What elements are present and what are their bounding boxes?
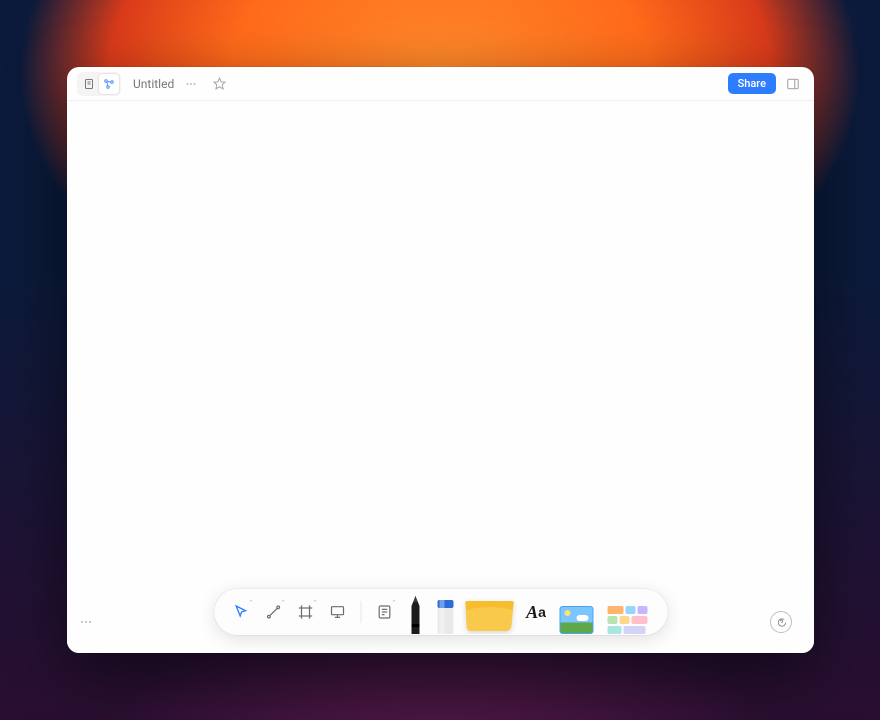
page-icon xyxy=(83,78,95,90)
whiteboard-canvas[interactable]: ⌃ ⌃ ⌃ ⌃ xyxy=(67,101,814,653)
pen-icon xyxy=(406,594,424,634)
connector-tool[interactable]: ⌃ xyxy=(258,597,288,627)
document-more-button[interactable] xyxy=(180,73,202,95)
sticky-note-tool[interactable] xyxy=(461,590,517,634)
star-icon xyxy=(213,77,226,90)
sidebar-right-icon xyxy=(786,77,800,91)
chevron-up-icon: ⌃ xyxy=(280,599,286,607)
frame-tool[interactable]: ⌃ xyxy=(290,597,320,627)
select-tool[interactable]: ⌃ xyxy=(226,597,256,627)
templates-tool[interactable] xyxy=(599,590,655,634)
highlighter-tool[interactable] xyxy=(431,590,459,634)
frame-icon xyxy=(297,604,313,620)
presentation-tool[interactable] xyxy=(322,597,352,627)
sticky-note-icon xyxy=(463,598,515,634)
note-icon xyxy=(376,604,392,620)
view-mode-whiteboard-button[interactable] xyxy=(99,74,119,94)
chevron-up-icon: ⌃ xyxy=(248,599,254,607)
pen-tool[interactable] xyxy=(401,590,429,634)
highlighter-icon xyxy=(434,594,456,634)
canvas-more-button[interactable] xyxy=(79,615,93,633)
templates-icon xyxy=(607,606,647,634)
app-window: Untitled Share ⌃ ⌃ xyxy=(67,67,814,653)
image-tool[interactable] xyxy=(555,590,597,634)
share-button[interactable]: Share xyxy=(728,73,776,94)
view-mode-page-button[interactable] xyxy=(79,74,99,94)
cursor-icon xyxy=(233,604,249,620)
ellipsis-icon xyxy=(185,78,197,90)
toolbar-divider xyxy=(360,601,361,623)
text-tool[interactable]: Aa xyxy=(519,602,553,623)
edgeless-icon xyxy=(103,78,115,90)
image-icon xyxy=(559,606,593,634)
toolbar: ⌃ ⌃ ⌃ ⌃ xyxy=(214,589,667,635)
ellipsis-icon xyxy=(79,615,93,629)
note-block-tool[interactable]: ⌃ xyxy=(369,597,399,627)
chevron-up-icon: ⌃ xyxy=(391,599,397,607)
text-tool-glyph-small: a xyxy=(538,604,546,620)
help-button[interactable] xyxy=(770,611,792,633)
connector-icon xyxy=(265,604,281,620)
chevron-up-icon: ⌃ xyxy=(312,599,318,607)
title-bar: Untitled Share xyxy=(67,67,814,101)
document-title[interactable]: Untitled xyxy=(133,77,174,91)
presentation-icon xyxy=(329,604,345,620)
view-mode-toggle xyxy=(77,72,121,96)
text-tool-glyph-big: A xyxy=(526,602,538,623)
chat-help-icon xyxy=(776,617,787,628)
favorite-button[interactable] xyxy=(208,73,230,95)
toggle-right-panel-button[interactable] xyxy=(782,73,804,95)
